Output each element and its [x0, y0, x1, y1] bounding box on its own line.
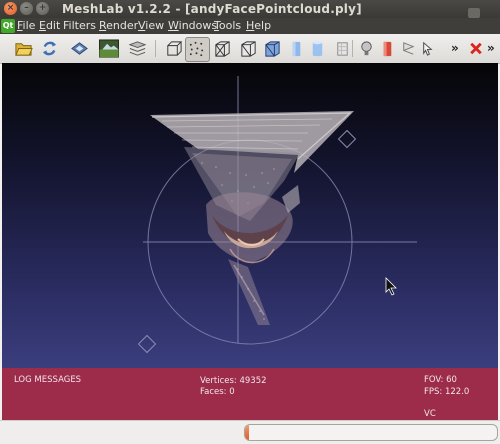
menu-file[interactable]: File [17, 19, 35, 32]
meshlab-window: × – + MeshLab v1.2.2 - [andyFacePointclo… [0, 0, 500, 444]
layers-icon[interactable] [128, 39, 147, 58]
fps-value: 122.0 [444, 387, 470, 397]
window-title: MeshLab v1.2.2 - [andyFacePointcloud.ply… [62, 2, 362, 16]
trackball-overlay [137, 76, 417, 354]
qt-logo-icon: Qt [1, 19, 15, 33]
toolbar-more-left[interactable]: » [451, 41, 459, 55]
snapshot-icon[interactable] [98, 39, 120, 58]
close-window-button[interactable]: × [4, 2, 17, 15]
open-folder-icon[interactable] [14, 39, 33, 58]
maximize-window-button[interactable]: + [36, 2, 49, 15]
selection-icon[interactable] [418, 39, 437, 58]
point-cloud [150, 111, 354, 325]
progress-bar [244, 424, 498, 441]
bbox-icon[interactable] [164, 39, 183, 58]
minimize-window-button[interactable]: – [20, 2, 33, 15]
mouse-cursor-icon [385, 277, 397, 296]
menu-render[interactable]: Render [99, 19, 138, 32]
faces-label: Faces: [200, 387, 227, 397]
toolbar-more-right[interactable]: » [487, 41, 495, 55]
wireframe-icon[interactable] [213, 39, 232, 58]
title-bar-controls [466, 3, 494, 18]
faces-value: 0 [229, 387, 235, 397]
info-panel: LOG MESSAGES Vertices: 49352 Faces: 0 FO… [2, 368, 498, 420]
reload-icon[interactable] [40, 39, 59, 58]
save-icon[interactable] [70, 39, 89, 58]
backface-icon[interactable] [399, 39, 418, 58]
vertices-label: Vertices: [200, 376, 237, 386]
corner-diamond [337, 129, 357, 149]
flat-icon[interactable] [287, 39, 306, 58]
flat-lines-icon[interactable] [263, 39, 282, 58]
keyboard-icon [468, 8, 480, 18]
progress-fill [245, 425, 249, 440]
title-bar: × – + MeshLab v1.2.2 - [andyFacePointclo… [0, 0, 500, 18]
fps-readout: FPS: 122.0 [424, 387, 469, 397]
menu-view[interactable]: View [138, 19, 164, 32]
status-bar [0, 420, 500, 444]
log-messages-label: LOG MESSAGES [14, 375, 82, 385]
texture-icon[interactable] [333, 39, 352, 58]
menu-edit[interactable]: Edit [39, 19, 60, 32]
vertices-readout: Vertices: 49352 [200, 376, 267, 386]
fancy-lighting-icon[interactable] [378, 39, 397, 58]
corner-diamond [137, 334, 157, 354]
fov-value: 60 [446, 375, 457, 385]
fps-label: FPS: [424, 387, 443, 397]
toolbar-separator [155, 40, 156, 57]
points-icon[interactable] [187, 39, 206, 58]
menu-tools[interactable]: Tools [214, 19, 241, 32]
fov-readout: FOV: 60 [424, 375, 457, 385]
vertices-value: 49352 [239, 376, 267, 386]
toolbar-separator [352, 40, 353, 57]
menu-help[interactable]: Help [246, 19, 271, 32]
menu-filters[interactable]: Filters [63, 19, 96, 32]
smooth-icon[interactable] [308, 39, 327, 58]
render-mode: VC [424, 409, 436, 419]
toolbar: » » [0, 34, 500, 64]
menu-windows[interactable]: Windows [168, 19, 217, 32]
faces-readout: Faces: 0 [200, 387, 235, 397]
lighting-icon[interactable] [357, 39, 376, 58]
hidden-lines-icon[interactable] [239, 39, 258, 58]
menu-bar: Qt File Edit Filters Render View Windows… [0, 18, 500, 34]
3d-viewport[interactable] [2, 63, 498, 368]
close-red-x-icon[interactable] [468, 39, 484, 58]
fov-label: FOV: [424, 375, 444, 385]
